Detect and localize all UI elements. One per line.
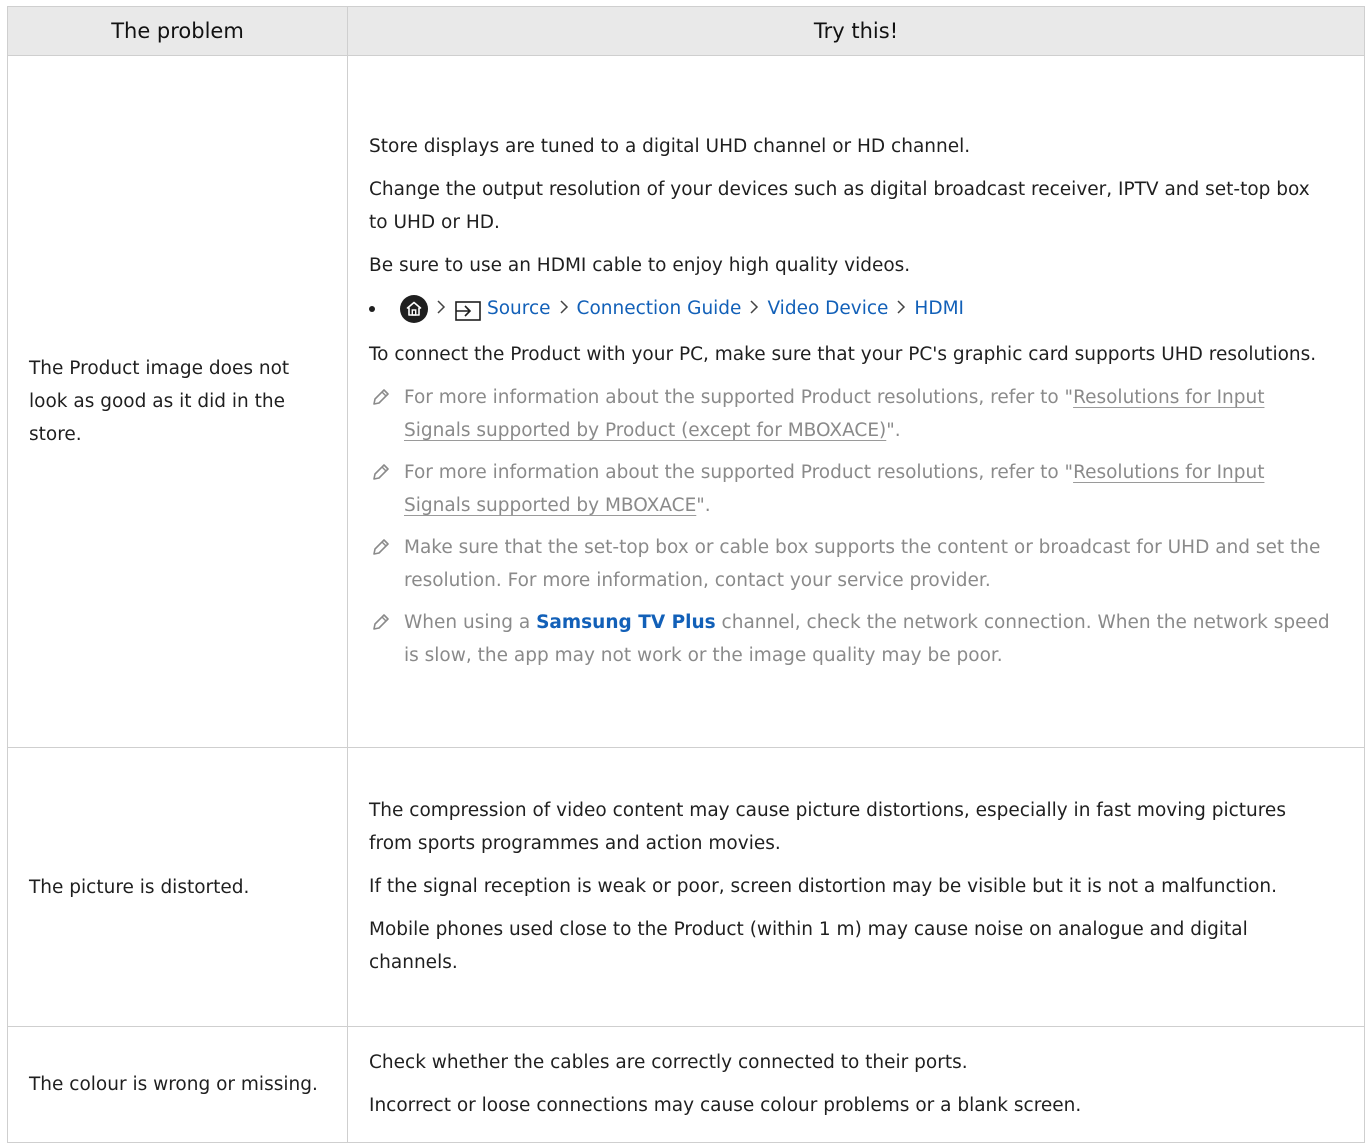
path-video-device-link[interactable]: Video Device <box>767 292 888 325</box>
home-icon <box>400 294 428 323</box>
solution-text: To connect the Product with your PC, mak… <box>369 343 1317 365</box>
troubleshooting-table: The problem Try this! The Product image … <box>7 6 1365 1143</box>
solution-text: The compression of video content may cau… <box>369 799 1286 854</box>
solution-text: Mobile phones used close to the Product … <box>369 918 1248 973</box>
table-row: The Product image does not look as good … <box>7 55 1365 748</box>
chevron-right-icon <box>888 292 914 325</box>
pencil-icon <box>369 606 395 639</box>
table-row: The colour is wrong or missing. Check wh… <box>7 1026 1365 1143</box>
solution-text: Check whether the cables are correctly c… <box>369 1051 968 1073</box>
source-input-icon <box>454 299 482 321</box>
note-text: For more information about the supported… <box>404 386 1074 408</box>
note-text: ". <box>696 494 711 516</box>
solution-cell: The compression of video content may cau… <box>347 747 1365 1027</box>
note: When using a Samsung TV Plus channel, ch… <box>369 606 1334 672</box>
solution-text: If the signal reception is weak or poor,… <box>369 875 1278 897</box>
chevron-right-icon <box>428 292 454 325</box>
menu-path: Source Connection Guide Video Device HDM… <box>369 292 1334 326</box>
problem-cell: The picture is distorted. <box>7 747 348 1027</box>
note: Make sure that the set-top box or cable … <box>369 531 1334 597</box>
problem-cell: The Product image does not look as good … <box>7 55 348 748</box>
note: For more information about the supported… <box>369 381 1334 447</box>
pencil-icon <box>369 381 395 414</box>
problem-cell: The colour is wrong or missing. <box>7 1026 348 1143</box>
chevron-right-icon <box>551 292 577 325</box>
pencil-icon <box>369 456 395 489</box>
note-text: Make sure that the set-top box or cable … <box>404 536 1321 591</box>
header-problem: The problem <box>7 6 348 56</box>
note-text: When using a <box>404 611 537 633</box>
path-source-link[interactable]: Source <box>487 292 551 325</box>
note: For more information about the supported… <box>369 456 1334 522</box>
chevron-right-icon <box>741 292 767 325</box>
solution-text: Change the output resolution of your dev… <box>369 178 1310 233</box>
table-row: The picture is distorted. The compressio… <box>7 747 1365 1027</box>
solution-text: Incorrect or loose connections may cause… <box>369 1094 1082 1116</box>
samsung-tv-plus-link[interactable]: Samsung TV Plus <box>536 612 716 633</box>
solution-text: Store displays are tuned to a digital UH… <box>369 135 971 157</box>
path-hdmi-link[interactable]: HDMI <box>914 292 964 325</box>
solution-text: Be sure to use an HDMI cable to enjoy hi… <box>369 254 911 276</box>
solution-cell: Check whether the cables are correctly c… <box>347 1026 1365 1143</box>
solution-cell: Store displays are tuned to a digital UH… <box>347 55 1365 748</box>
table-header-row: The problem Try this! <box>7 6 1365 56</box>
header-try-this: Try this! <box>347 6 1365 56</box>
note-text: For more information about the supported… <box>404 461 1074 483</box>
bullet <box>369 305 375 312</box>
note-text: ". <box>886 419 901 441</box>
path-connection-guide-link[interactable]: Connection Guide <box>577 292 742 325</box>
pencil-icon <box>369 531 395 564</box>
